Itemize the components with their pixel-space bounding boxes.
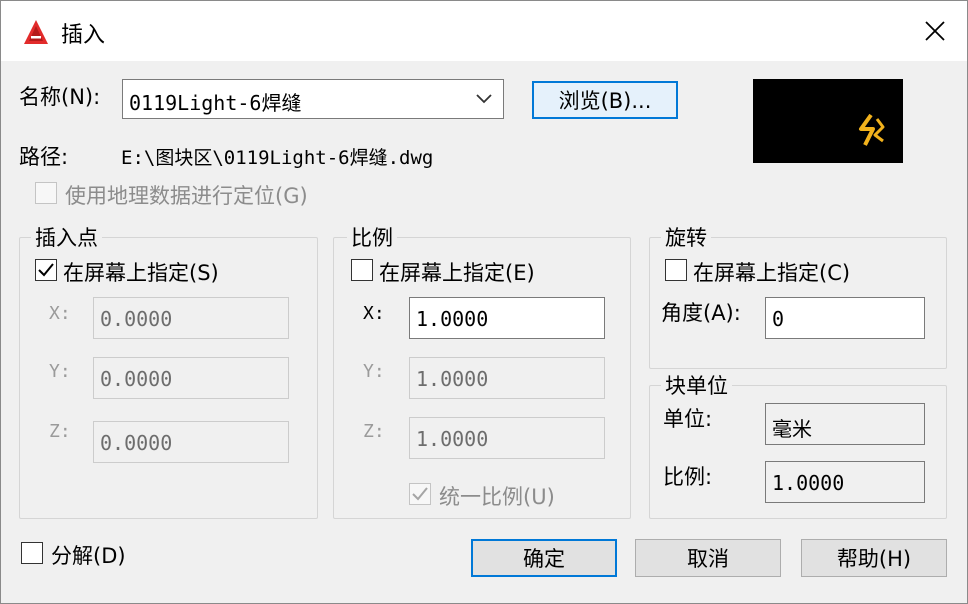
close-button[interactable]: [915, 13, 955, 49]
title-bar: 插入: [1, 1, 967, 61]
path-value: E:\图块区\0119Light-6焊缝.dwg: [121, 147, 434, 169]
geo-location-label: 使用地理数据进行定位(G): [65, 184, 308, 208]
insertion-specify-label: 在屏幕上指定(S): [63, 261, 219, 285]
scale-specify-label: 在屏幕上指定(E): [379, 261, 535, 285]
scale-specify-checkbox[interactable]: [351, 259, 373, 281]
insertion-x-label: X:: [49, 303, 71, 324]
scale-z-label: Z:: [363, 421, 385, 442]
insert-dialog: 插入 名称(N): 0119Light-6焊缝 浏览(B)... 路径: E:\…: [0, 0, 968, 604]
uniform-scale-checkbox[interactable]: [409, 483, 431, 505]
scale-x-field[interactable]: 1.0000: [409, 297, 605, 339]
chevron-down-icon[interactable]: [475, 92, 493, 106]
cancel-button[interactable]: 取消: [635, 539, 781, 577]
unit-factor-value: 1.0000: [765, 461, 925, 503]
rotation-title: 旋转: [661, 222, 711, 252]
scale-title: 比例: [347, 222, 397, 252]
rotation-specify-label: 在屏幕上指定(C): [693, 261, 851, 285]
checkmark-icon: [412, 487, 428, 501]
scale-z-field[interactable]: 1.0000: [409, 417, 605, 459]
block-unit-title: 块单位: [661, 370, 732, 400]
window-title: 插入: [61, 23, 106, 48]
scale-y-field[interactable]: 1.0000: [409, 357, 605, 399]
close-icon: [925, 21, 945, 41]
ok-button[interactable]: 确定: [471, 539, 617, 577]
explode-label: 分解(D): [51, 544, 126, 568]
insertion-specify-checkbox[interactable]: [35, 259, 57, 281]
name-label: 名称(N):: [19, 85, 101, 109]
insertion-x-field[interactable]: 0.0000: [93, 297, 289, 339]
checkmark-icon: [38, 263, 54, 277]
angle-label: 角度(A):: [661, 301, 741, 325]
unit-value: 毫米: [765, 403, 925, 445]
unit-factor-label: 比例:: [663, 465, 713, 489]
insertion-y-field[interactable]: 0.0000: [93, 357, 289, 399]
uniform-scale-label: 统一比例(U): [439, 485, 555, 509]
explode-checkbox[interactable]: [21, 542, 43, 564]
angle-field[interactable]: 0: [765, 297, 925, 339]
name-combobox[interactable]: 0119Light-6焊缝: [122, 79, 504, 119]
browse-button[interactable]: 浏览(B)...: [532, 81, 678, 119]
scale-y-label: Y:: [363, 361, 385, 382]
insertion-point-title: 插入点: [31, 222, 102, 252]
rotation-specify-checkbox[interactable]: [665, 259, 687, 281]
insertion-z-label: Z:: [49, 421, 71, 442]
path-label: 路径:: [19, 145, 69, 169]
name-value: 0119Light-6焊缝: [129, 91, 302, 115]
geo-location-checkbox[interactable]: [35, 182, 57, 204]
scale-x-label: X:: [363, 303, 385, 324]
help-button[interactable]: 帮助(H): [801, 539, 947, 577]
block-preview: [753, 79, 903, 163]
unit-label: 单位:: [663, 407, 713, 431]
insertion-y-label: Y:: [49, 361, 71, 382]
weld-symbol-icon: [859, 113, 885, 146]
insertion-z-field[interactable]: 0.0000: [93, 421, 289, 463]
autocad-logo-icon: [24, 20, 48, 44]
